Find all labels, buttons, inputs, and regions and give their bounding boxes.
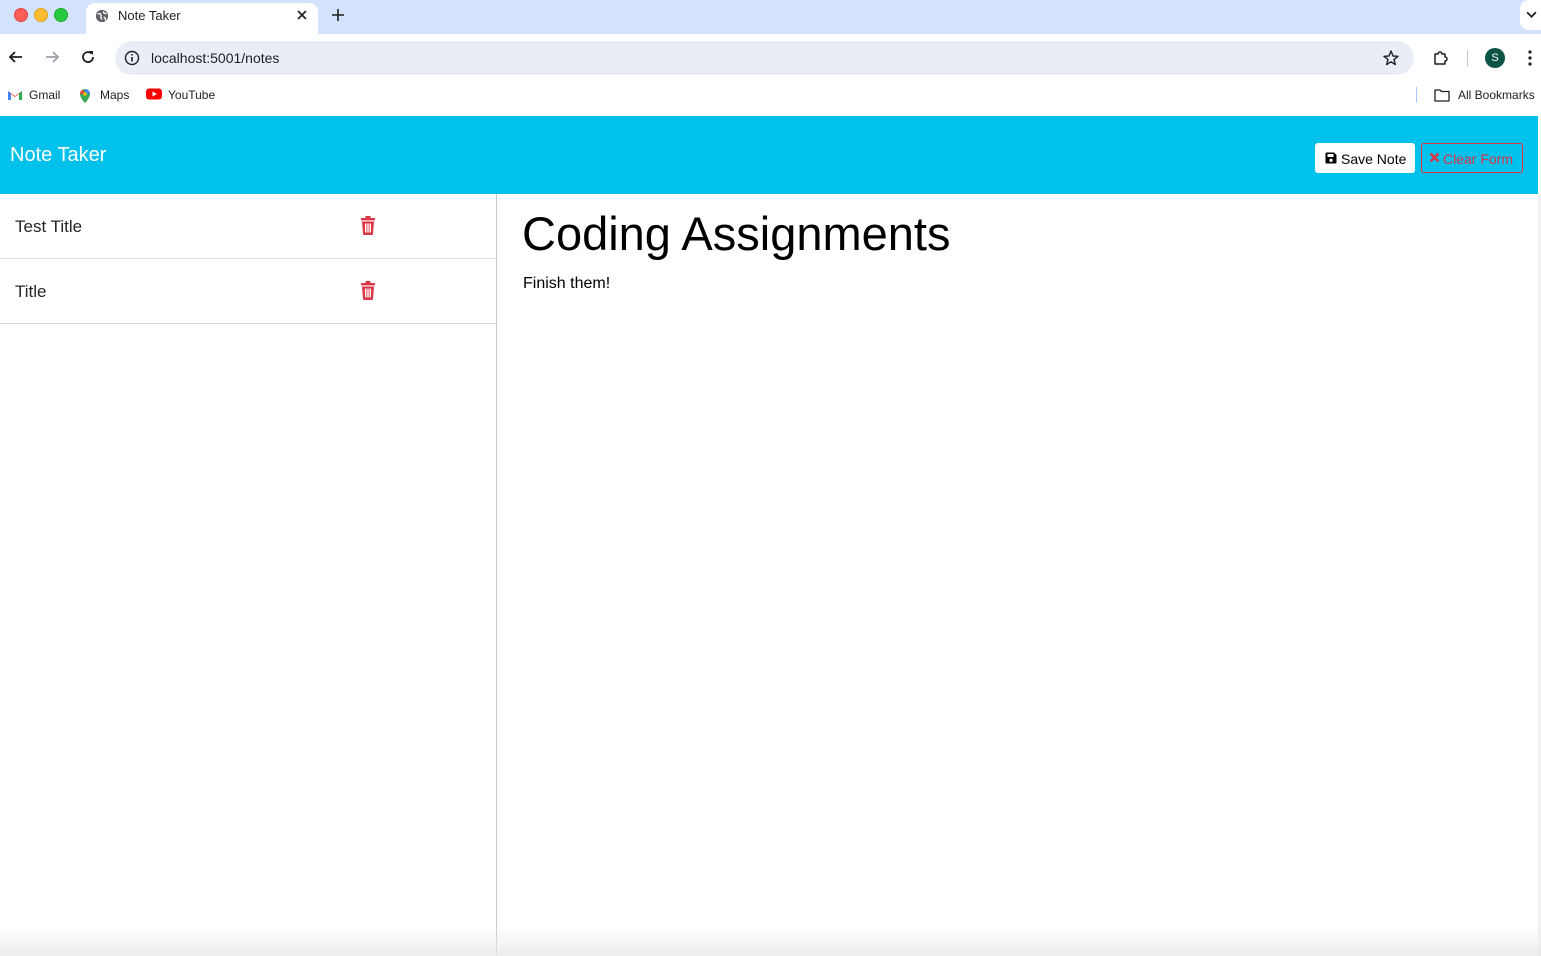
gmail-icon [8, 91, 22, 100]
profile-avatar[interactable]: S [1485, 48, 1505, 68]
app-brand[interactable]: Note Taker [10, 144, 106, 167]
note-title-field[interactable]: Coding Assignments [522, 206, 950, 261]
bookmark-star-icon[interactable] [1382, 49, 1400, 67]
notes-list: Test Title Title [0, 194, 497, 956]
maximize-window-button[interactable] [54, 8, 68, 22]
save-note-button[interactable]: Save Note [1315, 143, 1415, 173]
tab-search-button[interactable] [1520, 0, 1541, 30]
youtube-icon [146, 88, 162, 100]
trash-icon[interactable] [360, 281, 376, 300]
folder-icon [1434, 89, 1450, 102]
new-tab-icon[interactable] [330, 7, 346, 23]
trash-icon[interactable] [360, 216, 376, 235]
note-list-item[interactable]: Test Title [0, 194, 496, 259]
note-item-title: Title [15, 282, 47, 301]
note-editor: Coding Assignments Finish them! [497, 194, 1538, 956]
browser-toolbar: localhost:5001/notes S [0, 34, 1541, 82]
maps-icon [80, 89, 90, 103]
tab-title: Note Taker [118, 8, 181, 23]
note-item-title: Test Title [15, 217, 83, 236]
globe-icon [95, 9, 109, 23]
clear-form-button[interactable]: Clear Form [1421, 143, 1523, 173]
tab-strip: Note Taker [0, 0, 1541, 34]
browser-tab-active[interactable]: Note Taker [86, 3, 318, 34]
app-navbar: Note Taker Save Note Clear Form [0, 116, 1538, 194]
reload-icon[interactable] [79, 48, 97, 66]
more-menu-icon[interactable] [1526, 49, 1534, 67]
bookmarks-divider [1416, 87, 1417, 103]
back-arrow-icon[interactable] [7, 48, 25, 66]
url-text: localhost:5001/notes [151, 50, 280, 66]
save-icon [1325, 152, 1337, 164]
close-tab-icon[interactable] [295, 8, 309, 22]
bookmarks-bar: Gmail Maps YouTube All Bookmarks [0, 82, 1541, 108]
address-bar[interactable]: localhost:5001/notes [115, 41, 1414, 75]
toolbar-divider [1467, 50, 1468, 66]
minimize-window-button[interactable] [34, 8, 48, 22]
forward-arrow-icon[interactable] [43, 48, 61, 66]
extensions-puzzle-icon[interactable] [1432, 48, 1450, 66]
close-window-button[interactable] [14, 8, 28, 22]
note-text-field[interactable]: Finish them! [523, 275, 610, 293]
chevron-down-icon [1526, 11, 1537, 18]
site-info-icon[interactable] [124, 50, 140, 66]
x-icon [1429, 152, 1440, 163]
note-list-item[interactable]: Title [0, 259, 496, 324]
